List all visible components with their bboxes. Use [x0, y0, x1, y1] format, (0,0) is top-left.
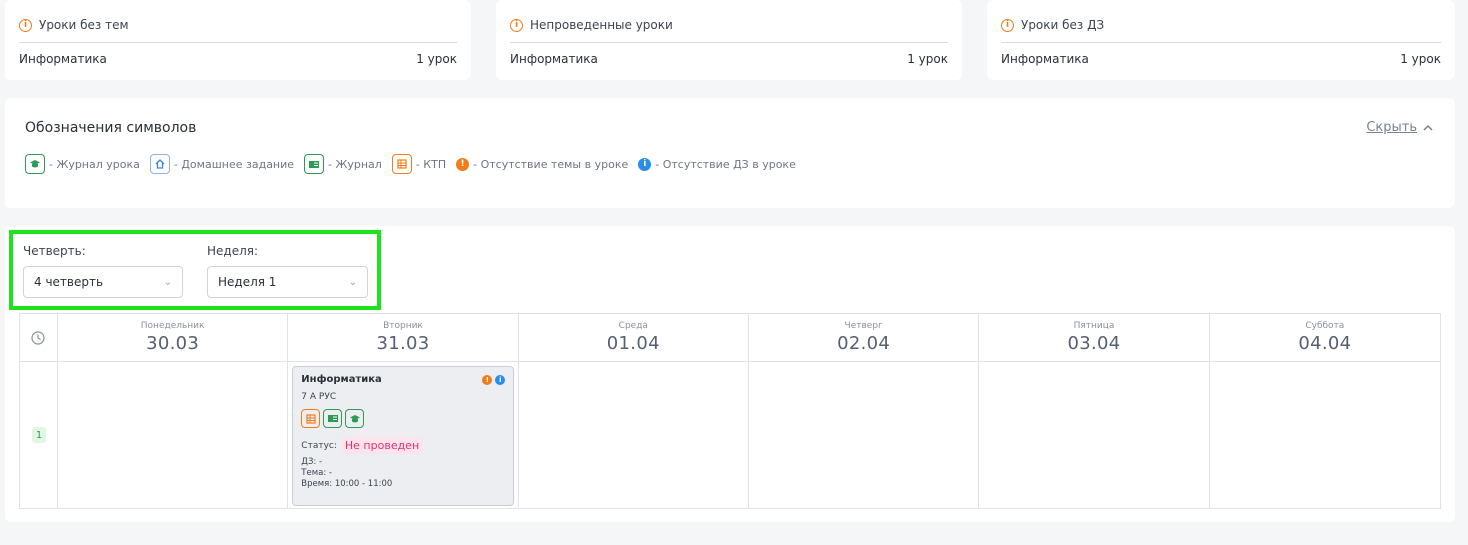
legend-item: - Журнал урока	[25, 154, 140, 174]
summary-count: 1 урок	[907, 52, 948, 66]
legend-item: ! - Отсутствие темы в уроке	[456, 157, 629, 171]
status-label: Статус:	[301, 440, 337, 451]
chevron-down-icon: ⌄	[348, 276, 357, 288]
graduation-cap-icon[interactable]	[345, 409, 365, 428]
week-value: Неделя 1	[218, 275, 277, 289]
journal-book-icon	[304, 154, 325, 174]
week-select[interactable]: Неделя 1 ⌄	[207, 266, 368, 298]
day-name: Среда	[618, 321, 648, 331]
schedule-panel: Четверть: 4 четверть ⌄ Неделя: Неделя 1 …	[5, 226, 1455, 522]
symbols-legend: Обозначения символов Скрыть - Журнал уро…	[5, 98, 1455, 208]
lesson-time: Время: 10:00 - 11:00	[301, 479, 393, 489]
lesson-subject: Информатика	[301, 374, 382, 385]
summary-count: 1 урок	[1400, 52, 1441, 66]
house-icon	[149, 154, 170, 174]
hide-label: Скрыть	[1366, 120, 1417, 135]
day-name: Четверг	[844, 321, 883, 331]
day-name: Вторник	[383, 321, 423, 331]
week-label: Неделя:	[207, 244, 259, 258]
chevron-up-icon	[1423, 124, 1433, 131]
legend-title: Обозначения символов	[25, 120, 197, 136]
summary-card-title: Уроки без тем	[39, 18, 129, 32]
quarter-value: 4 четверть	[34, 275, 104, 289]
legend-label: - Журнал урока	[49, 157, 140, 171]
day-name: Суббота	[1305, 321, 1345, 331]
summary-count: 1 урок	[416, 52, 457, 66]
info-icon: i	[510, 18, 523, 32]
day-date: 30.03	[146, 333, 200, 354]
day-date: 04.04	[1298, 333, 1352, 354]
day-column: Вторник 31.03 Информатика ! i 7 А РУС Ст…	[288, 314, 519, 508]
summary-card-title: Непроведенные уроки	[530, 18, 673, 32]
summary-subject: Информатика	[510, 52, 598, 66]
quarter-select[interactable]: 4 четверть ⌄	[23, 266, 183, 298]
day-date: 03.04	[1067, 333, 1121, 354]
legend-item: - КТП	[391, 154, 447, 174]
clock-icon	[20, 314, 57, 362]
day-name: Понедельник	[140, 321, 205, 331]
chevron-down-icon: ⌄	[163, 276, 172, 288]
legend-label: - Отсутствие ДЗ в уроке	[655, 157, 796, 171]
time-column: 1	[20, 314, 58, 508]
schedule-grid: 1 Понедельник 30.03 Вторник 31.03 Информат…	[19, 313, 1441, 509]
ktp-table-icon[interactable]	[301, 409, 321, 428]
orange-info-dot-icon: !	[456, 157, 470, 171]
lesson-card[interactable]: Информатика ! i 7 А РУС Статус: Не прове…	[292, 366, 515, 506]
hide-legend-button[interactable]: Скрыть	[1366, 120, 1433, 135]
divider	[1001, 42, 1441, 43]
lesson-topic: Тема: -	[301, 468, 332, 478]
day-date: 31.03	[376, 333, 430, 354]
summary-card-title: Уроки без ДЗ	[1021, 18, 1105, 32]
day-name: Пятница	[1073, 321, 1115, 331]
summary-card-not-held: i Непроведенные уроки Информатика 1 урок	[496, 0, 962, 80]
legend-label: - Журнал	[328, 157, 382, 171]
lesson-number: 1	[32, 427, 46, 443]
quarter-label: Четверть:	[23, 244, 86, 258]
graduation-cap-icon	[25, 154, 45, 174]
lesson-class: 7 А РУС	[301, 392, 337, 402]
legend-label: - КТП	[415, 157, 447, 171]
day-column: Суббота 04.04	[1209, 314, 1441, 508]
info-icon: i	[1001, 18, 1014, 32]
blue-info-dot-icon: i	[495, 375, 506, 385]
divider	[19, 42, 457, 43]
filters-highlight: Четверть: 4 четверть ⌄ Неделя: Неделя 1 …	[9, 230, 381, 310]
legend-item: i - Отсутствие ДЗ в уроке	[638, 157, 796, 171]
summary-card-no-homework: i Уроки без ДЗ Информатика 1 урок	[987, 0, 1455, 80]
lesson-homework: ДЗ: -	[301, 457, 323, 467]
day-date: 01.04	[606, 333, 660, 354]
divider	[510, 42, 948, 43]
info-icon: i	[19, 18, 32, 32]
day-column: Пятница 03.04	[979, 314, 1210, 508]
legend-items: - Журнал урока - Домашнее задание - Журн…	[25, 154, 1435, 174]
summary-subject: Информатика	[19, 52, 107, 66]
summary-card-no-topic: i Уроки без тем Информатика 1 урок	[5, 0, 471, 80]
status-badge: Не проведен	[340, 437, 424, 454]
legend-label: - Домашнее задание	[173, 157, 295, 171]
legend-item: - Журнал	[304, 154, 382, 174]
blue-info-dot-icon: i	[638, 157, 652, 171]
day-column: Четверг 02.04	[748, 314, 980, 508]
orange-info-dot-icon: !	[482, 375, 493, 385]
summary-subject: Информатика	[1001, 52, 1089, 66]
ktp-table-icon	[391, 154, 412, 174]
day-column: Среда 01.04	[518, 314, 749, 508]
legend-item: - Домашнее задание	[149, 154, 295, 174]
day-date: 02.04	[837, 333, 891, 354]
legend-label: - Отсутствие темы в уроке	[473, 157, 629, 171]
journal-book-icon[interactable]	[323, 409, 343, 428]
day-column: Понедельник 30.03	[57, 314, 289, 508]
